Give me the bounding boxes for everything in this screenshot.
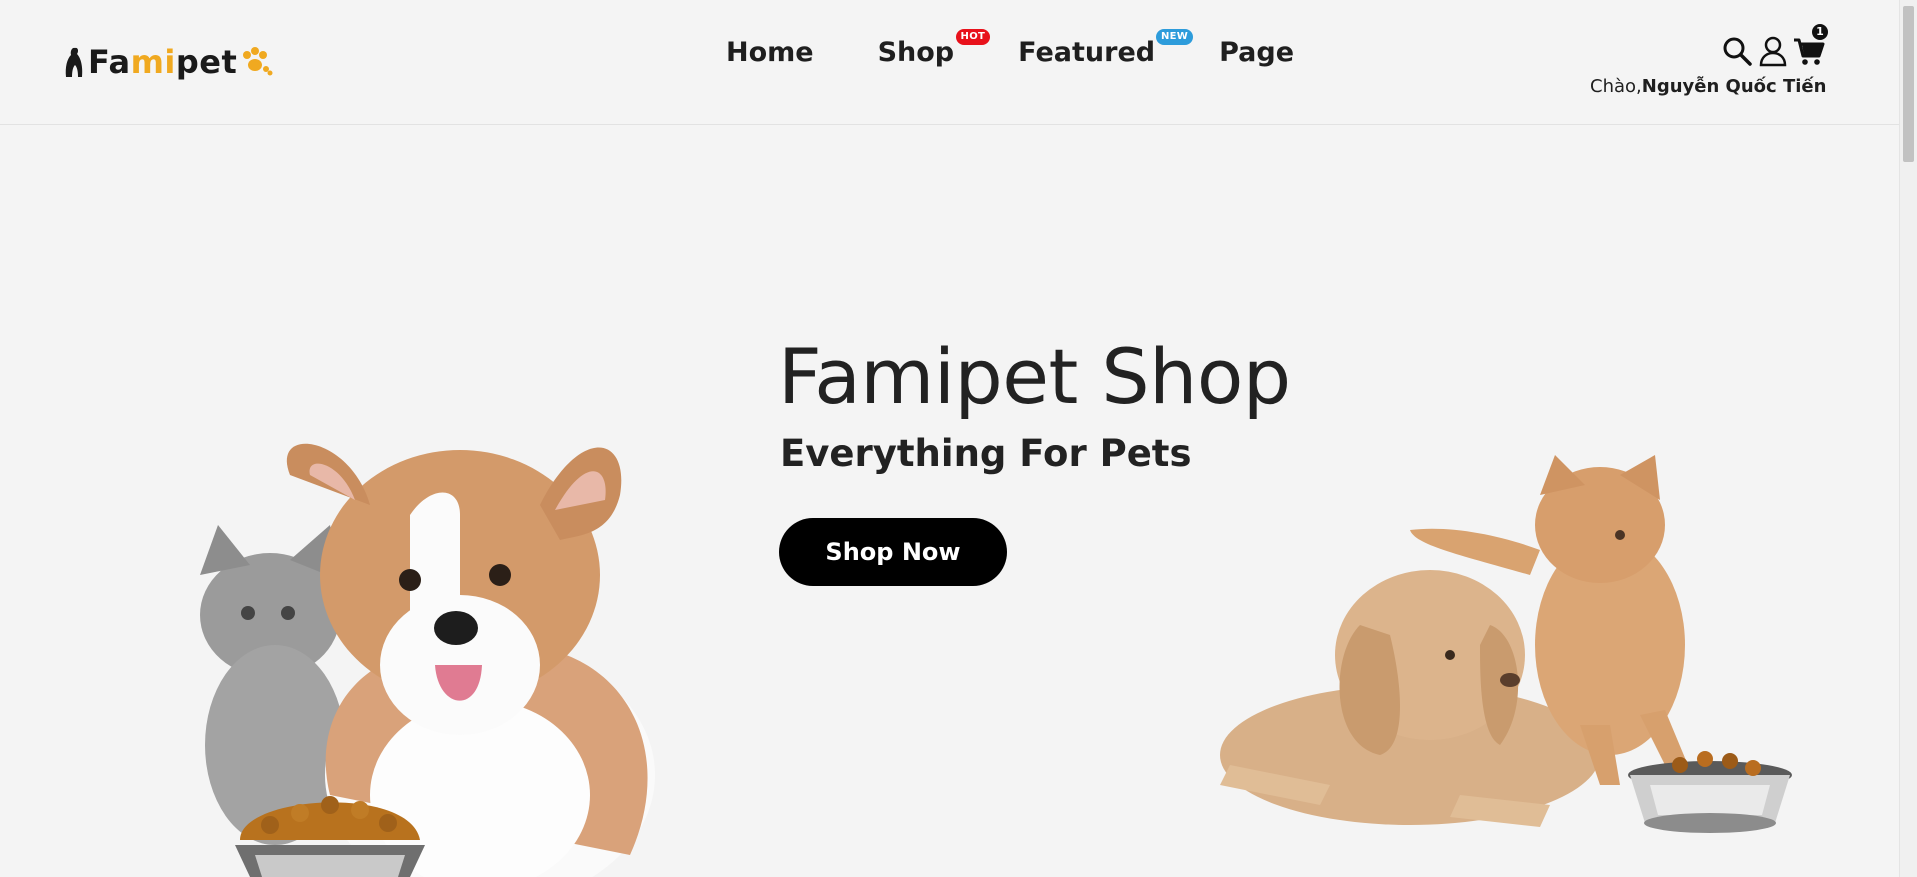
spaniel-kitten-bowl-image [1220, 455, 1792, 833]
logo-text-pet: pet [175, 43, 238, 81]
logo-text-fa: Fa [88, 43, 131, 81]
user-name: Nguyễn Quốc Tiến [1641, 76, 1827, 97]
search-icon [1723, 37, 1752, 66]
puppy-kitten-food-image [200, 443, 655, 877]
nav-featured[interactable]: Featured NEW [1018, 29, 1194, 72]
logo-text-mi: mi [130, 43, 176, 81]
shop-now-button[interactable]: Shop Now [779, 518, 1007, 586]
page-scrollbar[interactable] [1899, 0, 1917, 877]
hero-title: Famipet Shop [778, 332, 1291, 421]
main-nav: Home Shop HOT Featured NEW Page [726, 29, 1294, 72]
cart-button[interactable]: 1 [1792, 24, 1828, 68]
nav-home[interactable]: Home [726, 34, 814, 72]
hero-subtitle: Everything For Pets [780, 432, 1192, 475]
scrollbar-thumb[interactable] [1903, 6, 1914, 162]
nav-page[interactable]: Page [1219, 34, 1294, 72]
nav-shop-label: Shop [877, 37, 955, 68]
user-greeting: Chào,Nguyễn Quốc Tiến [1590, 76, 1826, 97]
new-badge: NEW [1155, 29, 1194, 45]
nav-home-label: Home [726, 37, 814, 68]
header-actions: 1 [1720, 24, 1828, 68]
greeting-prefix: Chào, [1590, 76, 1642, 97]
site-header: Fa mi pet Home Shop HOT Featured NEW Page [0, 0, 1900, 125]
nav-shop[interactable]: Shop HOT [877, 29, 991, 72]
cart-count-badge: 1 [1812, 24, 1828, 40]
pet-silhouette-icon [65, 47, 83, 77]
nav-featured-label: Featured [1018, 37, 1156, 68]
account-button[interactable] [1756, 34, 1790, 68]
paw-icon [243, 47, 273, 76]
hot-badge: HOT [955, 29, 991, 45]
site-logo[interactable]: Fa mi pet [62, 42, 273, 82]
nav-page-label: Page [1219, 37, 1295, 68]
search-button[interactable] [1720, 34, 1754, 68]
user-icon [1759, 36, 1787, 67]
